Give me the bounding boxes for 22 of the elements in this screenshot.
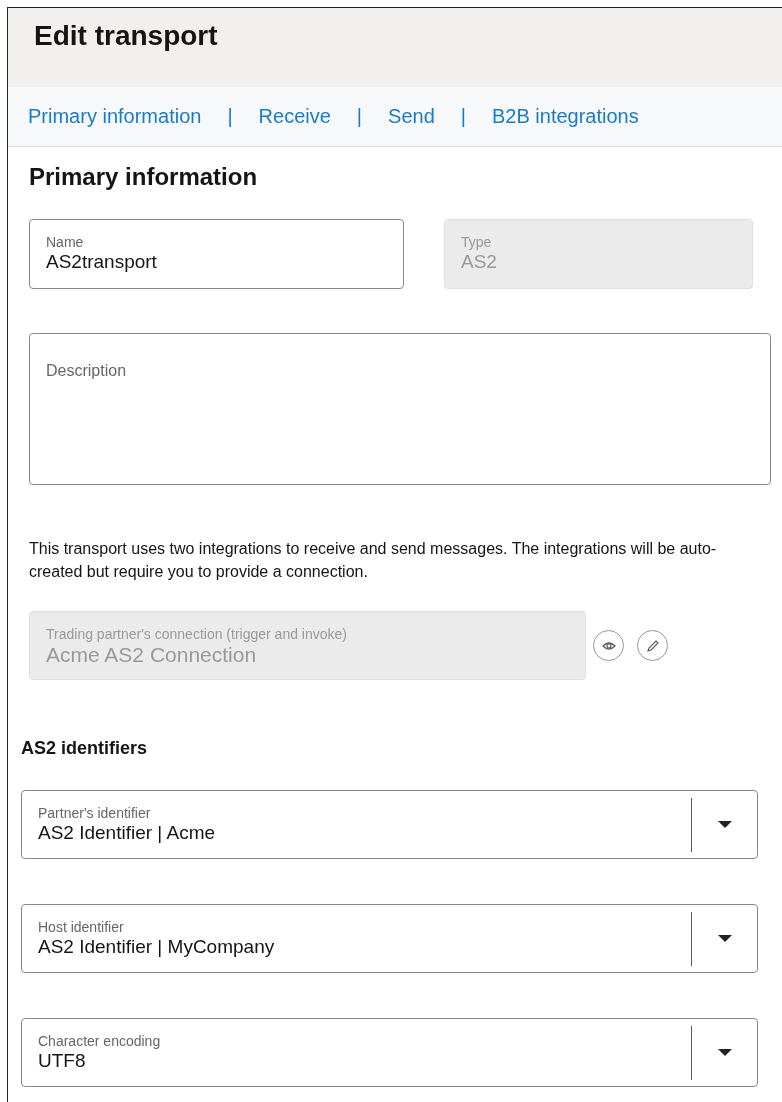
nav-separator: |: [356, 105, 363, 128]
caret-icon: [718, 820, 732, 829]
nav-link[interactable]: B2B integrations: [492, 105, 639, 128]
name-field[interactable]: Name AS2transport: [29, 219, 404, 289]
edit-button[interactable]: [637, 630, 668, 661]
page-title: Edit transport: [34, 19, 218, 52]
nav-separator: |: [460, 105, 466, 128]
caret-icon: [718, 1048, 732, 1057]
info-text: This transport uses two integrations to receive and send messages. The integrations will be auto-created but require you to provide a connection.: [29, 539, 718, 582]
description-field[interactable]: Description: [29, 333, 771, 485]
view-button[interactable]: [593, 630, 624, 661]
select-field[interactable]: Character encoding UTF8: [21, 1018, 758, 1087]
select-field[interactable]: Partner's identifier AS2 Identifier | Acme: [21, 790, 758, 859]
nav-separator: |: [227, 105, 233, 128]
nav-link[interactable]: Primary information: [28, 105, 202, 128]
section-title: Primary information: [29, 162, 258, 191]
nav-link[interactable]: Send: [388, 105, 435, 128]
pencil-icon: [645, 638, 660, 653]
section-title: AS2 identifiers: [21, 738, 148, 759]
caret-icon: [718, 934, 732, 943]
select-field[interactable]: Host identifier AS2 Identifier | MyCompany: [21, 904, 758, 973]
nav-link[interactable]: Receive: [258, 105, 331, 128]
